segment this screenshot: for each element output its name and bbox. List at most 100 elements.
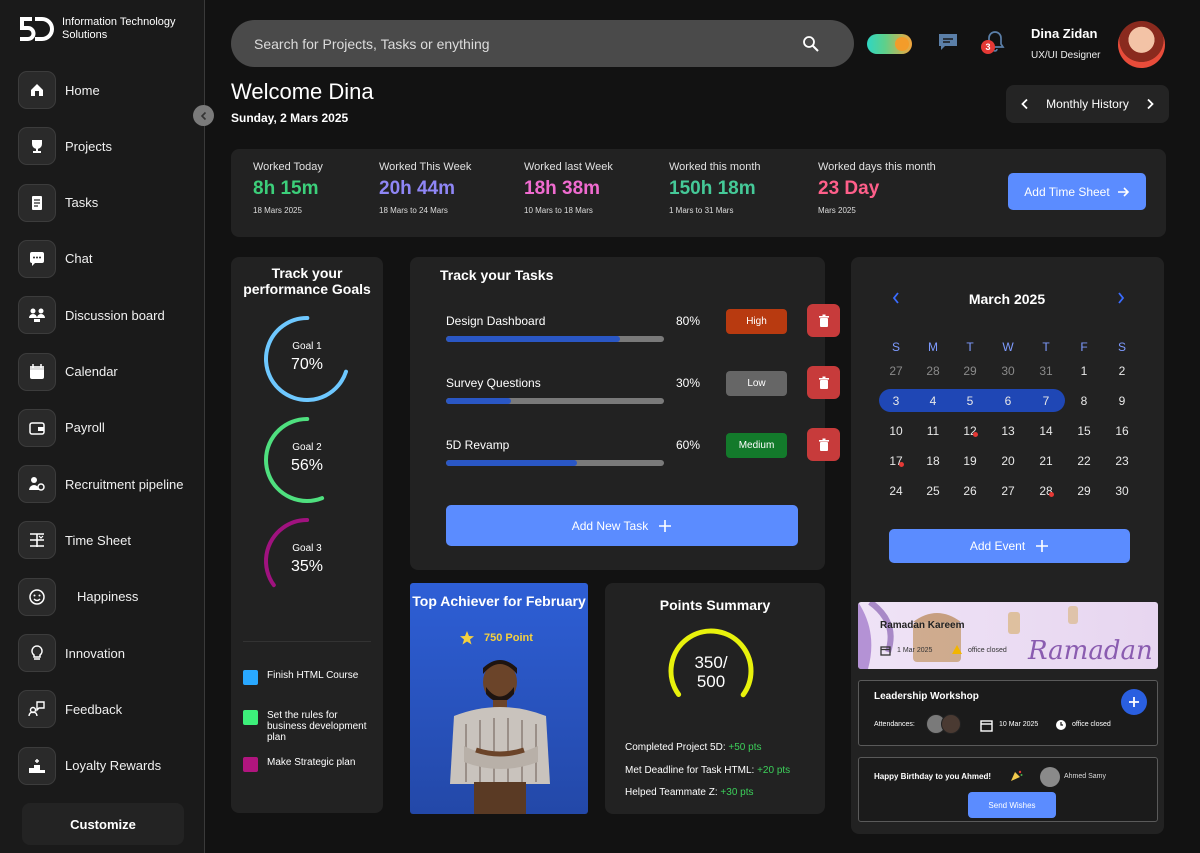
tasks-title: Track your Tasks: [440, 267, 554, 283]
calendar-day[interactable]: 27: [881, 364, 911, 378]
chat-bubble-icon: [18, 239, 56, 278]
event-status: office closed: [1072, 721, 1111, 728]
calendar-day[interactable]: 1: [1069, 364, 1099, 378]
points-item-value: +30 pts: [720, 787, 754, 798]
add-event-button[interactable]: Add Event: [889, 529, 1130, 563]
sidebar-item-discussion-board[interactable]: Discussion board: [18, 296, 203, 335]
event-leadership-workshop[interactable]: Leadership Workshop Attendances: 10 Mar …: [858, 680, 1158, 746]
calendar-day[interactable]: 18: [918, 454, 948, 468]
collapse-sidebar-button[interactable]: [193, 105, 214, 126]
sidebar-item-feedback[interactable]: Feedback: [18, 690, 203, 729]
search-bar[interactable]: [231, 20, 854, 67]
calendar-day[interactable]: 22: [1069, 454, 1099, 468]
calendar-day[interactable]: 3: [881, 394, 911, 408]
sidebar-item-label: Innovation: [65, 645, 125, 661]
stat-range: 1 Mars to 31 Mars: [669, 206, 734, 215]
attendances-label: Attendances:: [874, 721, 915, 728]
tasks-card: Track your Tasks Design Dashboard 80% High…: [410, 257, 840, 570]
stat-block: Worked days this month 23 Day Mars 2025: [818, 161, 936, 215]
points-summary-card: Points Summary 350/ 500 Completed Projec…: [605, 583, 825, 814]
sidebar-item-home[interactable]: Home: [18, 71, 203, 109]
calendar-day[interactable]: 28: [1031, 484, 1061, 498]
chevron-right-icon[interactable]: [1116, 291, 1126, 305]
calendar-day[interactable]: 30: [1107, 484, 1137, 498]
sidebar-item-label: Time Sheet: [65, 532, 131, 548]
sidebar-item-innovation[interactable]: Innovation: [18, 634, 203, 672]
attendee-avatar[interactable]: [941, 714, 961, 734]
calendar-day[interactable]: 31: [1031, 364, 1061, 378]
chevron-left-icon[interactable]: [1020, 98, 1030, 110]
sidebar-item-payroll[interactable]: Payroll: [18, 408, 203, 447]
calendar-day[interactable]: 21: [1031, 454, 1061, 468]
sidebar-item-label: Recruitment pipeline: [65, 476, 184, 492]
calendar-day[interactable]: 10: [881, 424, 911, 438]
search-icon[interactable]: [802, 35, 820, 53]
sidebar-item-projects[interactable]: Projects: [18, 127, 203, 166]
customize-button[interactable]: Customize: [22, 803, 184, 845]
calendar-day[interactable]: 27: [993, 484, 1023, 498]
chevron-right-icon[interactable]: [1145, 98, 1155, 110]
calendar-day[interactable]: 28: [918, 364, 948, 378]
legend-label: Set the rules for business development p…: [267, 710, 367, 743]
sidebar-item-loyalty-rewards[interactable]: Loyalty Rewards: [18, 746, 203, 785]
weekday-label: S: [891, 340, 900, 354]
calendar-day[interactable]: 9: [1107, 394, 1137, 408]
calendar-day[interactable]: 5: [955, 394, 985, 408]
points-item: Completed Project 5D: +50 pts: [625, 742, 761, 753]
add-timesheet-button[interactable]: Add Time Sheet: [1008, 173, 1146, 210]
priority-badge[interactable]: Medium: [726, 433, 787, 458]
calendar-day[interactable]: 7: [1031, 394, 1061, 408]
calendar-day[interactable]: 29: [1069, 484, 1099, 498]
sidebar-item-happiness[interactable]: Happiness: [18, 577, 203, 616]
user-avatar[interactable]: [1118, 21, 1165, 68]
delete-task-button[interactable]: [807, 428, 840, 461]
stat-value: 20h 44m: [379, 178, 456, 199]
calendar-day[interactable]: 2: [1107, 364, 1137, 378]
calendar-day[interactable]: 14: [1031, 424, 1061, 438]
calendar-day[interactable]: 15: [1069, 424, 1099, 438]
person-name: Ahmed Samy: [1064, 773, 1107, 780]
event-ramadan[interactable]: Ramadan Kareem 1 Mar 2025 office closed …: [858, 602, 1158, 669]
calendar-day[interactable]: 29: [955, 364, 985, 378]
sidebar-item-calendar[interactable]: Calendar: [18, 352, 203, 391]
stat-label: Worked last Week: [524, 161, 613, 173]
sidebar-item-recruitment-pipeline[interactable]: Recruitment pipeline: [18, 465, 203, 504]
calendar-day[interactable]: 30: [993, 364, 1023, 378]
calendar-day[interactable]: 24: [881, 484, 911, 498]
calendar-day[interactable]: 6: [993, 394, 1023, 408]
calendar-day[interactable]: 13: [993, 424, 1023, 438]
priority-badge[interactable]: Low: [726, 371, 787, 396]
calendar-day[interactable]: 12: [955, 424, 985, 438]
theme-toggle[interactable]: [867, 34, 912, 54]
delete-task-button[interactable]: [807, 366, 840, 399]
task-row: 5D Revamp 60% Medium: [446, 428, 840, 466]
add-attendee-button[interactable]: [1121, 689, 1147, 715]
delete-task-button[interactable]: [807, 304, 840, 337]
add-task-button[interactable]: Add New Task: [446, 505, 798, 546]
sidebar-item-time-sheet[interactable]: Time Sheet: [18, 521, 203, 560]
calendar-day[interactable]: 4: [918, 394, 948, 408]
search-input[interactable]: [254, 35, 774, 52]
calendar-day[interactable]: 8: [1069, 394, 1099, 408]
points-item-text: Met Deadline for Task HTML:: [625, 764, 755, 776]
calendar-day[interactable]: 11: [918, 424, 948, 438]
trash-icon: [818, 376, 829, 389]
points-earned: 350/: [694, 653, 728, 672]
calendar-day[interactable]: 23: [1107, 454, 1137, 468]
calendar-day[interactable]: 26: [955, 484, 985, 498]
sidebar-item-chat[interactable]: Chat: [18, 239, 203, 278]
calendar-day[interactable]: 17: [881, 454, 911, 468]
sidebar-item-tasks[interactable]: Tasks: [18, 183, 203, 222]
calendar-day[interactable]: 25: [918, 484, 948, 498]
goal-legend-item: Make Strategic plan: [243, 757, 371, 772]
priority-badge[interactable]: High: [726, 309, 787, 334]
brand[interactable]: Information Technology Solutions: [18, 14, 192, 44]
chat-icon[interactable]: [937, 31, 959, 53]
calendar-day[interactable]: 19: [955, 454, 985, 468]
calendar-day[interactable]: 16: [1107, 424, 1137, 438]
calendar-day[interactable]: 20: [993, 454, 1023, 468]
sidebar: Information Technology Solutions Home Pro…: [0, 0, 214, 853]
monthly-history-label[interactable]: Monthly History: [1046, 97, 1129, 111]
send-wishes-button[interactable]: Send Wishes: [968, 792, 1056, 818]
person-avatar[interactable]: [1040, 767, 1060, 787]
